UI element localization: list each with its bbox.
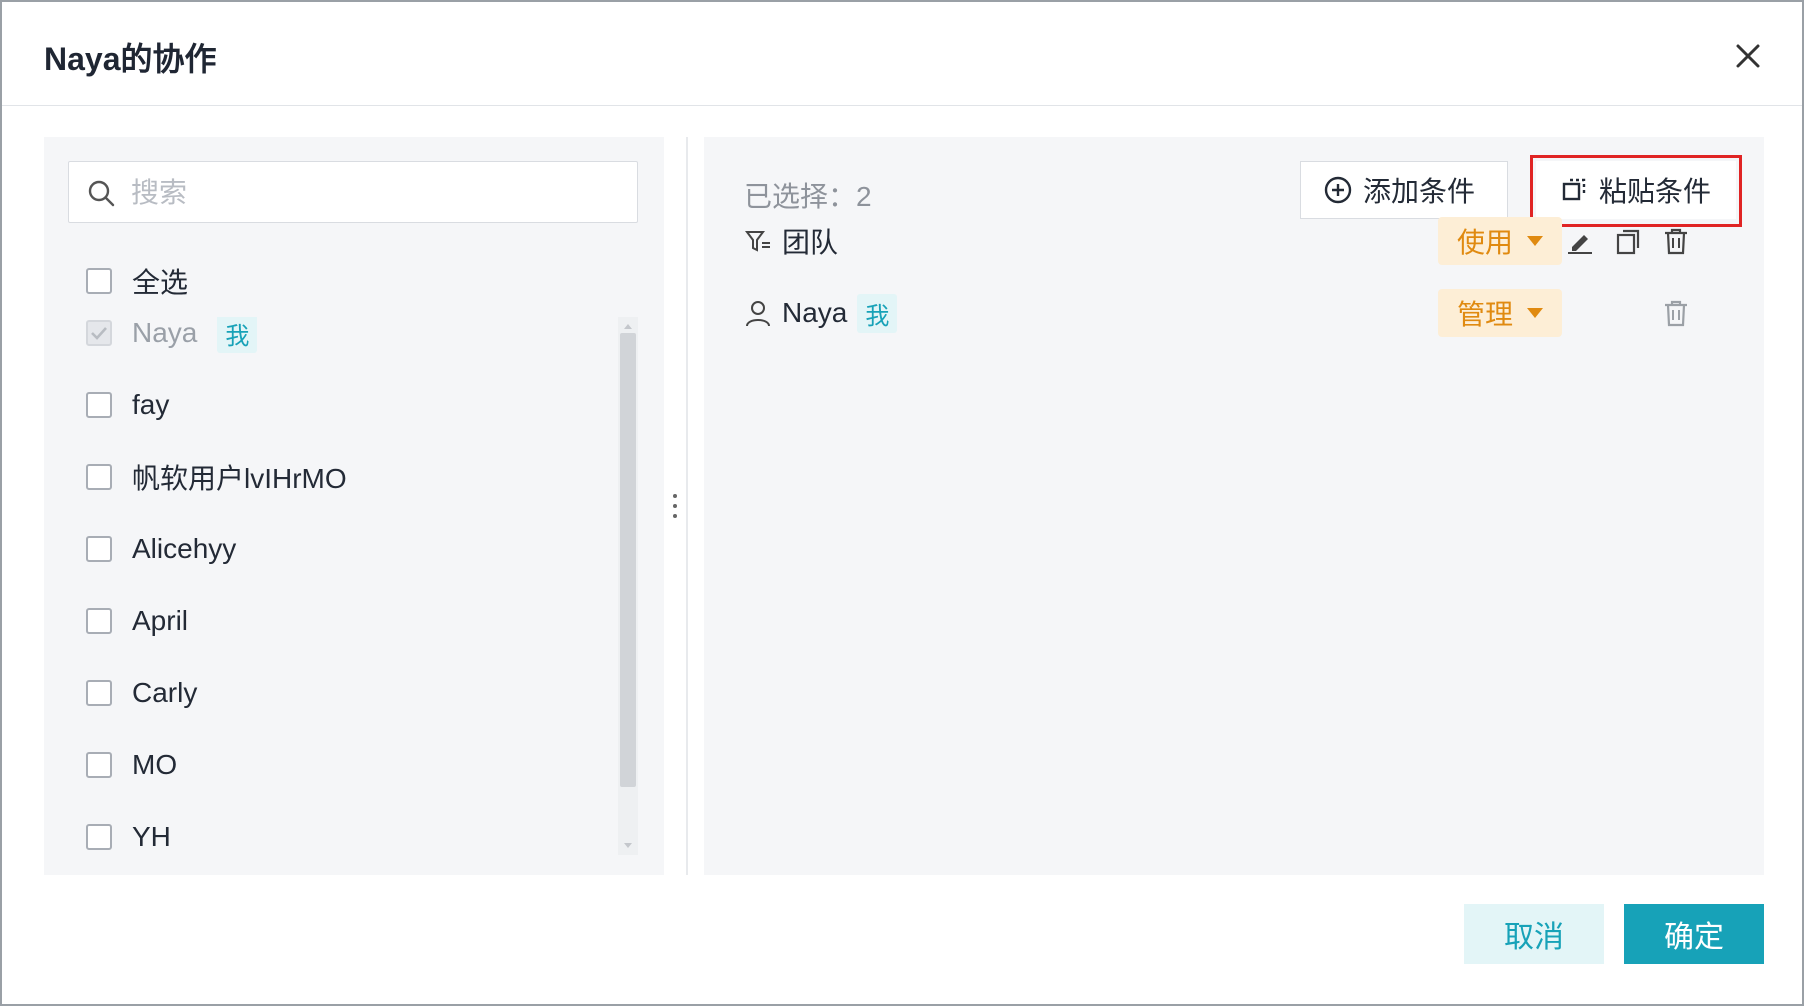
me-badge: 我 (217, 317, 258, 353)
plus-circle-icon (1324, 176, 1352, 204)
list-item[interactable]: April (86, 601, 188, 641)
user-checkbox[interactable] (86, 608, 112, 634)
select-all-label: 全选 (132, 267, 189, 298)
check-icon (91, 327, 107, 340)
list-item[interactable]: Naya 我 (86, 317, 258, 353)
select-all-checkbox[interactable] (86, 268, 112, 294)
user-checkbox[interactable] (86, 392, 112, 418)
role-dropdown[interactable]: 使用 (1438, 217, 1562, 265)
user-list: Naya 我 fay 帆软用户lvIHrMO Alicehyy April Ca… (44, 317, 664, 855)
add-condition-button[interactable]: 添加条件 (1300, 161, 1508, 219)
user-checkbox[interactable] (86, 824, 112, 850)
selected-count: 已选择：2 (744, 181, 872, 212)
edit-icon[interactable] (1564, 225, 1596, 257)
chevron-down-icon (1527, 308, 1543, 318)
list-item[interactable]: Alicehyy (86, 529, 236, 569)
cancel-button[interactable]: 取消 (1464, 904, 1604, 964)
scroll-down-arrow-icon[interactable] (620, 839, 636, 853)
search-icon (88, 180, 115, 207)
search-input[interactable] (129, 172, 623, 214)
panel-divider (686, 137, 688, 875)
scroll-up-arrow-icon[interactable] (620, 319, 636, 333)
resize-handle-icon[interactable] (672, 492, 678, 520)
dialog-header: Naya的协作 (2, 2, 1802, 106)
list-item[interactable]: 帆软用户lvIHrMO (86, 457, 347, 497)
user-checkbox[interactable] (86, 752, 112, 778)
user-name: 帆软用户lvIHrMO (132, 463, 347, 494)
user-checkbox[interactable] (86, 464, 112, 490)
add-condition-label: 添加条件 (1363, 176, 1476, 207)
member-list-panel: 全选 Naya 我 fay 帆软用户lvIHrMO Alicehyy (44, 137, 664, 875)
me-badge: 我 (857, 293, 898, 333)
dialog-title: Naya的协作 (44, 41, 217, 77)
role-value: 管理 (1456, 299, 1513, 330)
chevron-down-icon (1527, 236, 1543, 246)
selected-panel: 已选择：2 添加条件 粘贴条件 团队 使用 Naya 我 管理 (704, 137, 1764, 875)
confirm-button[interactable]: 确定 (1624, 904, 1764, 964)
collaboration-dialog: Naya的协作 全选 Naya 我 (0, 0, 1804, 1006)
user-name: fay (132, 389, 170, 420)
scrollbar-thumb[interactable] (620, 333, 636, 787)
role-dropdown[interactable]: 管理 (1438, 289, 1562, 337)
user-name: Naya (132, 317, 198, 348)
user-checkbox[interactable] (86, 320, 112, 346)
highlight-box (1530, 155, 1742, 227)
permission-row-name: Naya (782, 297, 848, 328)
user-checkbox[interactable] (86, 536, 112, 562)
list-item[interactable]: fay (86, 385, 169, 425)
role-value: 使用 (1456, 227, 1513, 258)
user-checkbox[interactable] (86, 680, 112, 706)
filter-icon (745, 231, 770, 252)
permission-row: Naya 我 (744, 289, 898, 337)
list-item[interactable]: YH (86, 817, 171, 855)
permission-row: 团队 (744, 217, 838, 265)
search-box (68, 161, 638, 223)
user-icon (746, 301, 770, 327)
list-item[interactable]: MO (86, 745, 177, 785)
user-name: YH (132, 821, 171, 852)
user-name: April (132, 605, 189, 636)
select-all-row[interactable]: 全选 (86, 261, 188, 301)
list-item[interactable]: Carly (86, 673, 197, 713)
delete-icon[interactable] (1660, 297, 1692, 329)
delete-icon[interactable] (1660, 225, 1692, 257)
copy-icon[interactable] (1612, 225, 1644, 257)
user-name: Carly (132, 677, 198, 708)
user-name: Alicehyy (132, 533, 237, 564)
permission-row-name: 团队 (782, 227, 839, 258)
user-name: MO (132, 749, 178, 780)
close-icon[interactable] (1730, 38, 1766, 74)
